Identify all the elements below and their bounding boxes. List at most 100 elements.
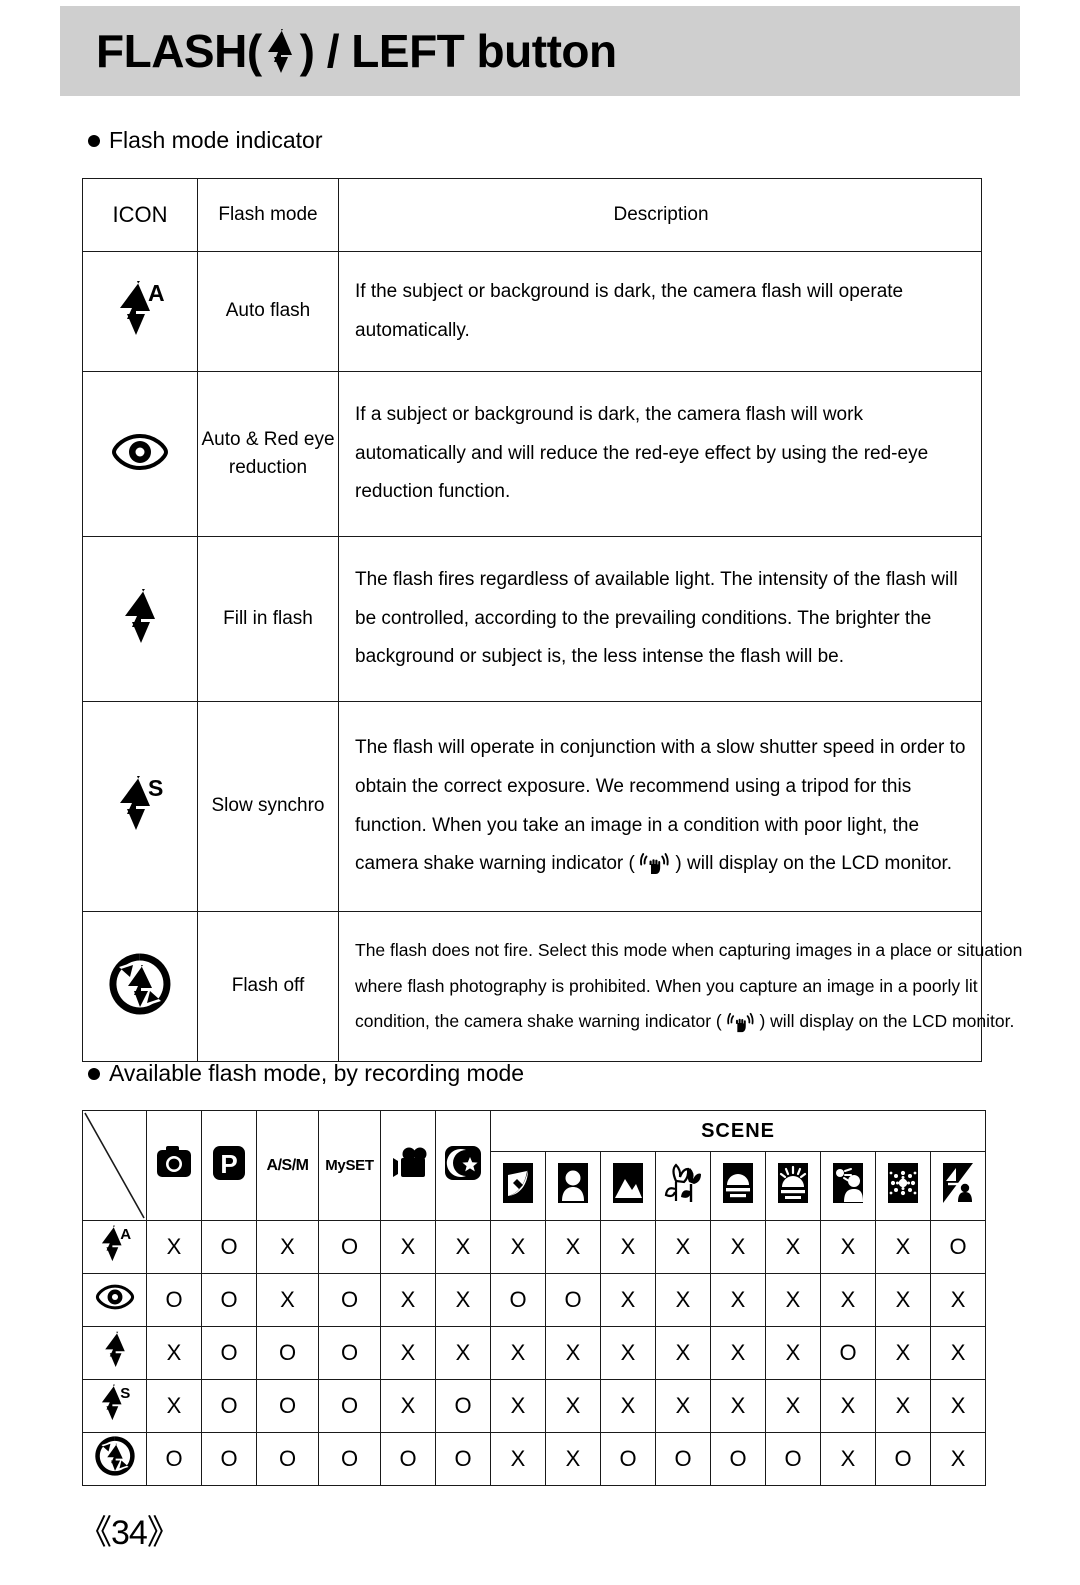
cell-value: O <box>710 1432 766 1486</box>
table-row: O O X O X X O O X X X X X X X <box>82 1273 987 1327</box>
svg-text:A: A <box>120 1226 131 1243</box>
description-line: where flash photography is prohibited. W… <box>355 975 978 996</box>
cell-value: X <box>875 1273 931 1327</box>
bullet-dot-icon <box>88 134 100 147</box>
cell-value: O <box>545 1273 601 1327</box>
scene-header-fireworks <box>875 1151 931 1221</box>
auto-flash-icon: A <box>96 1223 134 1265</box>
scene-fireworks-icon <box>885 1161 921 1211</box>
page-header-banner: FLASH( ) / LEFT button <box>60 6 1020 96</box>
cell-value: O <box>256 1326 319 1380</box>
description-line: background or subject is, the less inten… <box>355 646 844 668</box>
table-row: X O O O X X X X X X X X O X X <box>82 1326 987 1380</box>
cell-value: X <box>600 1326 656 1380</box>
slow-synchro-icon: S <box>112 772 168 836</box>
cell-value: X <box>875 1379 931 1433</box>
mode-header-night <box>435 1110 491 1221</box>
scene-backlight-icon <box>830 1161 866 1211</box>
description-line: If the subject or background is dark, th… <box>355 280 904 302</box>
header-description: Description <box>338 178 982 252</box>
cell-value: X <box>490 1326 546 1380</box>
scene-header-nightscene <box>490 1151 546 1221</box>
scene-header-landscape <box>600 1151 656 1221</box>
scene-header-backlight <box>820 1151 876 1221</box>
cell-value: O <box>655 1432 711 1486</box>
cell-value: X <box>600 1379 656 1433</box>
cell-value: O <box>435 1379 491 1433</box>
cell-value: X <box>820 1379 876 1433</box>
scene-header-dawn <box>765 1151 821 1221</box>
cell-value: O <box>380 1432 436 1486</box>
cell-value: X <box>655 1220 711 1274</box>
page-title-suffix: ) / LEFT button <box>299 25 617 77</box>
cell-value: X <box>256 1220 319 1274</box>
cell-value: O <box>318 1326 381 1380</box>
description-line: automatically and will reduce the red-ey… <box>355 442 929 464</box>
cell-value: O <box>318 1273 381 1327</box>
scene-dawn-icon <box>775 1161 811 1211</box>
cell-value: X <box>146 1326 202 1380</box>
mode-header-asm: A/S/M <box>256 1110 319 1221</box>
description-line-with-icon: camera shake warning indicator ( ) will … <box>355 845 967 884</box>
mode-header-auto <box>146 1110 202 1221</box>
description-line: function. When you take an image in a co… <box>355 814 920 836</box>
cell-value: O <box>318 1220 381 1274</box>
corner-cell <box>82 1110 147 1221</box>
svg-text:P: P <box>220 1149 237 1179</box>
cell-value: X <box>435 1220 491 1274</box>
diagonal-divider-icon <box>84 1112 145 1219</box>
cell-value: O <box>146 1273 202 1327</box>
camera-auto-icon <box>154 1143 194 1189</box>
cell-value: X <box>600 1273 656 1327</box>
description-text: camera shake warning indicator ( <box>355 853 635 875</box>
table-row: S X O O O X O X X X X X X X X X <box>82 1379 987 1433</box>
cell-value: X <box>380 1326 436 1380</box>
table-row: Flash off The flash does not fire. Selec… <box>82 911 1022 1062</box>
red-eye-reduction-icon <box>109 430 171 474</box>
cell-value: X <box>545 1432 601 1486</box>
red-eye-reduction-icon <box>94 1282 136 1312</box>
flash-mode-indicator-table: ICON Flash mode Description A Auto flash… <box>82 178 1022 1062</box>
row-icon-auto-flash: A <box>82 1220 147 1274</box>
cell-value: X <box>710 1326 766 1380</box>
scene-portrait-icon <box>555 1161 591 1211</box>
slow-synchro-icon-cell: S <box>82 701 198 912</box>
page-title: FLASH( ) / LEFT button <box>96 24 617 78</box>
cell-value: X <box>490 1432 546 1486</box>
flash-mode-description: The flash will operate in conjunction wi… <box>338 701 982 912</box>
cell-value: X <box>710 1220 766 1274</box>
slow-synchro-icon: S <box>96 1382 134 1424</box>
row-icon-flash-off <box>82 1432 147 1486</box>
scene-landscape-icon <box>610 1161 646 1211</box>
movie-camera-icon <box>387 1145 429 1187</box>
flash-mode-name-line: reduction <box>228 457 308 478</box>
description-line: If a subject or background is dark, the … <box>355 403 863 425</box>
description-text: ) will display on the LCD monitor. <box>675 853 953 875</box>
cell-value: X <box>929 1432 987 1486</box>
cell-value: O <box>256 1379 319 1433</box>
header-icon: ICON <box>82 178 198 252</box>
cell-value: X <box>380 1379 436 1433</box>
cell-value: X <box>929 1273 987 1327</box>
mode-header-movie <box>380 1110 436 1221</box>
fill-in-flash-icon-cell <box>82 536 198 702</box>
cell-value: X <box>765 1326 821 1380</box>
flash-mode-description: If a subject or background is dark, the … <box>338 371 982 537</box>
camera-shake-warning-icon <box>726 1012 755 1034</box>
program-p-icon: P <box>210 1143 248 1189</box>
scene-beachsnow-icon <box>940 1161 976 1211</box>
table-row: A X O X O X X X X X X X X X X O <box>82 1220 987 1274</box>
cell-value: O <box>490 1273 546 1327</box>
mode-header-program: P <box>201 1110 257 1221</box>
cell-value: O <box>765 1432 821 1486</box>
cell-value: X <box>380 1273 436 1327</box>
header-flash-mode: Flash mode <box>197 178 339 252</box>
cell-value: X <box>765 1273 821 1327</box>
cell-value: X <box>380 1220 436 1274</box>
description-line: The flash will operate in conjunction wi… <box>355 736 966 758</box>
svg-text:A: A <box>148 280 165 306</box>
cell-value: X <box>256 1273 319 1327</box>
page-number: 《34》 <box>78 1514 181 1552</box>
bullet-dot-icon <box>88 1067 100 1080</box>
table-row: A Auto flash If the subject or backgroun… <box>82 251 982 372</box>
